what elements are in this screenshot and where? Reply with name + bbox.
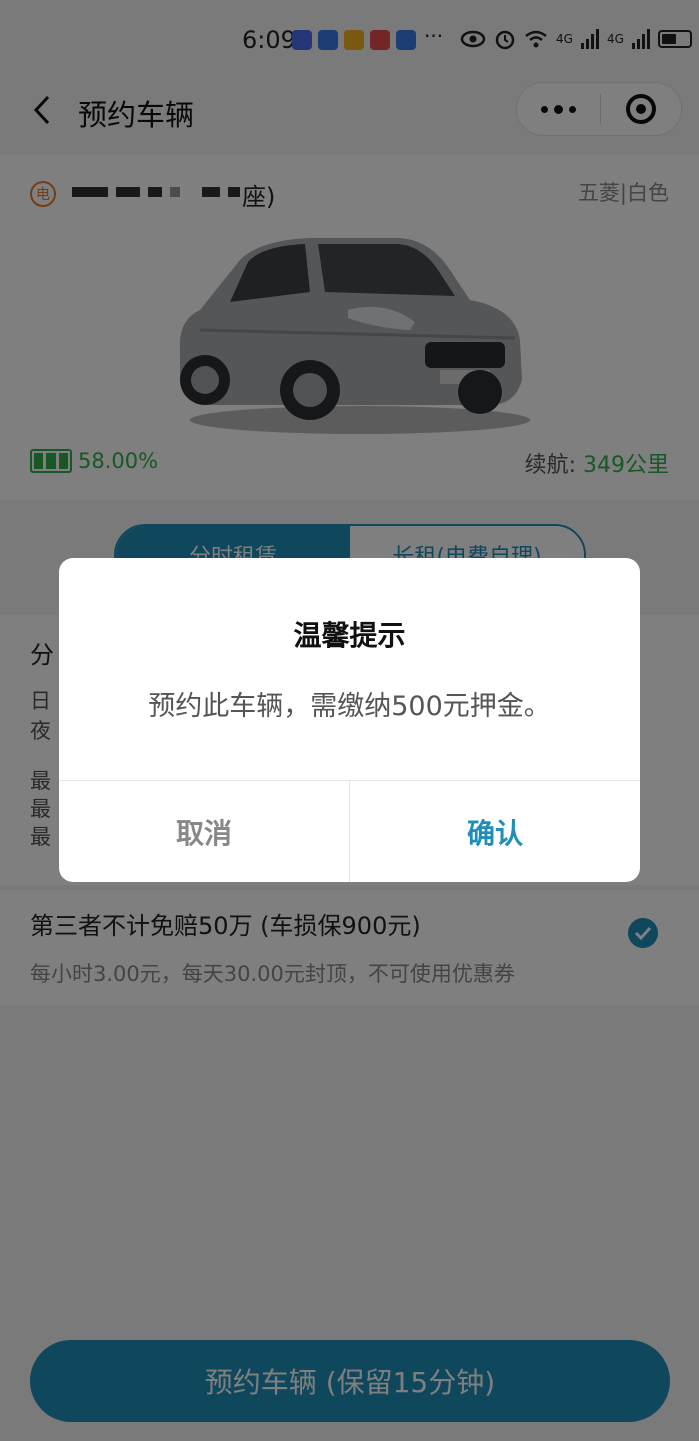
- dialog-message: 预约此车辆，需缴纳500元押金。: [148, 691, 551, 722]
- dialog-buttons: 取消 确认: [59, 781, 640, 882]
- cancel-button[interactable]: 取消: [59, 781, 350, 882]
- dialog-title: 温馨提示: [293, 619, 406, 652]
- confirm-button[interactable]: 确认: [350, 781, 640, 882]
- deposit-dialog: 温馨提示 预约此车辆，需缴纳500元押金。 取消 确认: [59, 558, 640, 882]
